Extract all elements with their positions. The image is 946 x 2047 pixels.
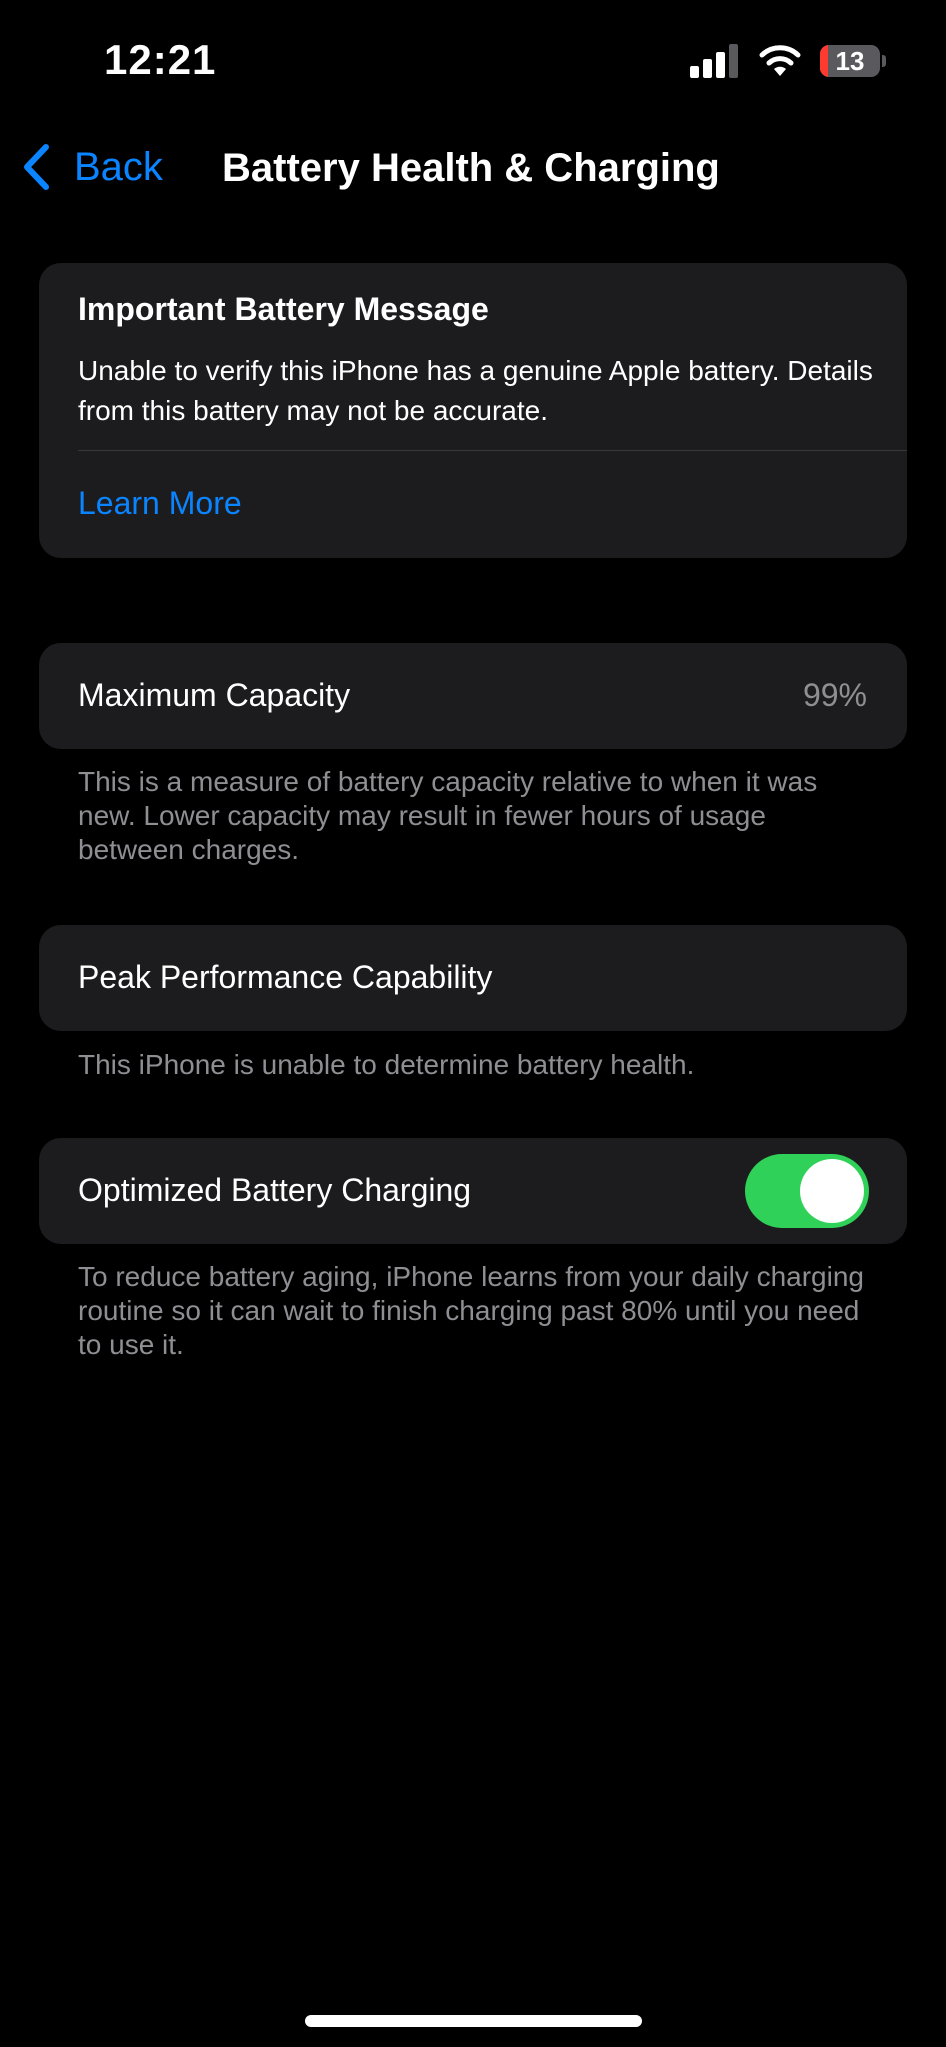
peak-performance-row: Peak Performance Capability [39, 925, 907, 1031]
battery-level: 13 [835, 45, 865, 76]
status-icons: 13 [690, 44, 886, 78]
navigation-bar: Back Battery Health & Charging [0, 130, 946, 210]
peak-performance-label: Peak Performance Capability [78, 959, 493, 995]
optimized-charging-label: Optimized Battery Charging [78, 1172, 472, 1208]
chevron-left-icon [24, 144, 49, 190]
maximum-capacity-row: Maximum Capacity 99% [39, 643, 907, 749]
toggle-knob [800, 1159, 864, 1223]
battery-message-title: Important Battery Message [78, 291, 489, 327]
maximum-capacity-value: 99% [802, 677, 867, 713]
status-bar: 12:21 13 [0, 0, 946, 125]
battery-cap [882, 55, 886, 67]
battery-icon: 13 [820, 44, 886, 78]
back-label: Back [74, 144, 163, 189]
wifi-icon [759, 45, 801, 76]
page-title: Battery Health & Charging [222, 146, 720, 190]
optimized-charging-footnote: To reduce battery aging, iPhone learns f… [78, 1261, 864, 1360]
cellular-signal-icon [690, 44, 738, 78]
learn-more-link[interactable]: Learn More [78, 485, 242, 522]
optimized-charging-toggle[interactable] [745, 1154, 869, 1228]
back-button[interactable]: Back [20, 142, 163, 192]
maximum-capacity-footnote: This is a measure of battery capacity re… [78, 766, 818, 865]
maximum-capacity-label: Maximum Capacity [78, 677, 351, 713]
peak-performance-footnote: This iPhone is unable to determine batte… [78, 1049, 695, 1080]
card-divider [78, 450, 907, 451]
battery-message-card: Important Battery Message Unable to veri… [39, 263, 907, 558]
home-indicator[interactable] [305, 2015, 642, 2027]
optimized-charging-row: Optimized Battery Charging [39, 1138, 907, 1244]
status-time: 12:21 [104, 36, 217, 83]
battery-message-body: Unable to verify this iPhone has a genui… [78, 355, 873, 426]
battery-body: 13 [820, 45, 880, 77]
